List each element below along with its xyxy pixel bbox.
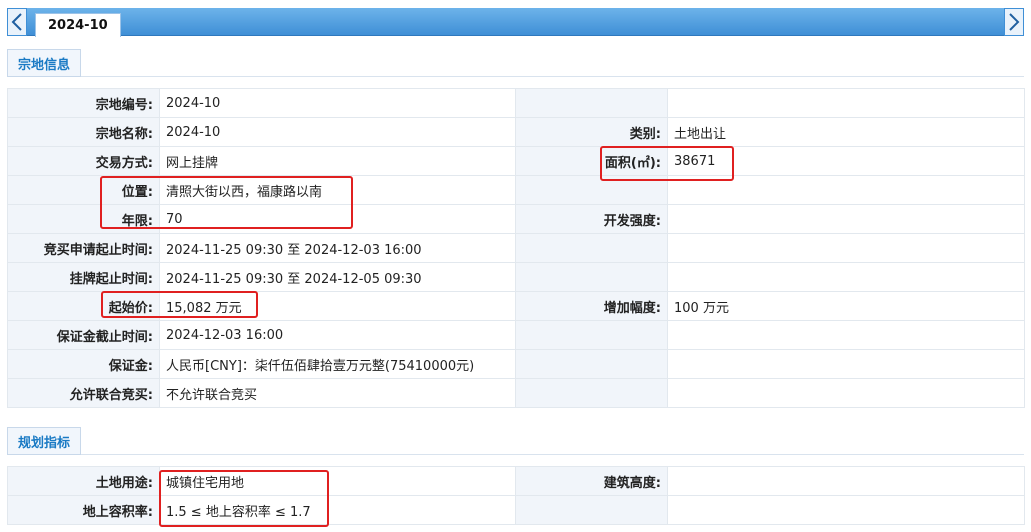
field-value: 38671 (667, 146, 1025, 176)
field-label: 挂牌起止时间: (7, 262, 160, 292)
field-label (515, 320, 668, 350)
chevron-right-icon (1009, 13, 1020, 31)
field-label: 开发强度: (515, 204, 668, 234)
field-label: 起始价: (7, 291, 160, 321)
field-value: 土地出让 (667, 117, 1025, 147)
field-value (667, 378, 1025, 408)
table-row: 保证金: 人民币[CNY]：柒仟伍佰肆拾壹万元整(75410000元) (7, 349, 1025, 379)
field-label: 面积(㎡): (515, 146, 668, 176)
field-value: 15,082 万元 (159, 291, 516, 321)
field-value: 2024-12-03 16:00 (159, 320, 516, 350)
field-value (667, 262, 1025, 292)
field-value: 清照大街以西，福康路以南 (159, 175, 516, 205)
field-value: 2024-10 (159, 88, 516, 118)
field-value (667, 88, 1025, 118)
field-value (667, 320, 1025, 350)
field-value: 1.5 ≤ 地上容积率 ≤ 1.7 (159, 495, 516, 525)
field-value: 100 万元 (667, 291, 1025, 321)
table-row: 交易方式: 网上挂牌 面积(㎡): 38671 (7, 146, 1025, 176)
table-row: 允许联合竞买: 不允许联合竞买 (7, 378, 1025, 408)
field-value: 网上挂牌 (159, 146, 516, 176)
field-label (515, 262, 668, 292)
table-row: 起始价: 15,082 万元 增加幅度: 100 万元 (7, 291, 1025, 321)
field-label (515, 378, 668, 408)
table-row: 竞买申请起止时间: 2024-11-25 09:30 至 2024-12-03 1… (7, 233, 1025, 263)
field-label: 竞买申请起止时间: (7, 233, 160, 263)
field-label (515, 349, 668, 379)
field-value: 2024-11-25 09:30 至 2024-12-05 09:30 (159, 262, 516, 292)
section-header-planning: 规划指标 (7, 427, 1024, 455)
table-row: 宗地名称: 2024-10 类别: 土地出让 (7, 117, 1025, 147)
section-title-parcel[interactable]: 宗地信息 (7, 49, 82, 77)
field-value: 2024-10 (159, 117, 516, 147)
field-label (515, 175, 668, 205)
field-value (667, 466, 1025, 496)
field-label: 允许联合竞买: (7, 378, 160, 408)
field-value: 人民币[CNY]：柒仟伍佰肆拾壹万元整(75410000元) (159, 349, 516, 379)
field-label: 宗地编号: (7, 88, 160, 118)
field-label: 地上容积率: (7, 495, 160, 525)
table-row: 地上容积率: 1.5 ≤ 地上容积率 ≤ 1.7 (7, 495, 1025, 525)
table-row: 宗地编号: 2024-10 (7, 88, 1025, 118)
field-label: 保证金: (7, 349, 160, 379)
field-label: 建筑高度: (515, 466, 668, 496)
field-label: 保证金截止时间: (7, 320, 160, 350)
field-value: 70 (159, 204, 516, 234)
field-label: 交易方式: (7, 146, 160, 176)
field-value: 城镇住宅用地 (159, 466, 516, 496)
scroll-right-button[interactable] (1004, 8, 1024, 36)
table-row: 土地用途: 城镇住宅用地 建筑高度: (7, 466, 1025, 496)
parcel-info-table: 宗地编号: 2024-10 宗地名称: 2024-10 类别: 土地出让 交易方式: 网上挂牌… (7, 88, 1025, 408)
planning-info-table: 土地用途: 城镇住宅用地 建筑高度: 地上容积率: 1.5 ≤ 地上容积率 ≤ 1.7 (7, 466, 1025, 525)
scroll-left-button[interactable] (7, 8, 27, 36)
tab-bar: 2024-10 (7, 8, 1024, 37)
field-value: 不允许联合竞买 (159, 378, 516, 408)
field-label: 类别: (515, 117, 668, 147)
field-label (515, 88, 668, 118)
chevron-left-icon (11, 13, 22, 31)
field-value (667, 204, 1025, 234)
field-value: 2024-11-25 09:30 至 2024-12-03 16:00 (159, 233, 516, 263)
field-label (515, 495, 668, 525)
field-label: 土地用途: (7, 466, 160, 496)
field-value (667, 349, 1025, 379)
field-label: 年限: (7, 204, 160, 234)
field-label: 宗地名称: (7, 117, 160, 147)
tab-parcel[interactable]: 2024-10 (35, 13, 121, 37)
field-value (667, 175, 1025, 205)
section-title-planning[interactable]: 规划指标 (7, 427, 82, 455)
field-value (667, 495, 1025, 525)
table-row: 年限: 70 开发强度: (7, 204, 1025, 234)
table-row: 位置: 清照大街以西，福康路以南 (7, 175, 1025, 205)
table-row: 保证金截止时间: 2024-12-03 16:00 (7, 320, 1025, 350)
table-row: 挂牌起止时间: 2024-11-25 09:30 至 2024-12-05 09:… (7, 262, 1025, 292)
field-label: 位置: (7, 175, 160, 205)
field-label: 增加幅度: (515, 291, 668, 321)
section-header-parcel: 宗地信息 (7, 49, 1024, 77)
field-value (667, 233, 1025, 263)
field-label (515, 233, 668, 263)
